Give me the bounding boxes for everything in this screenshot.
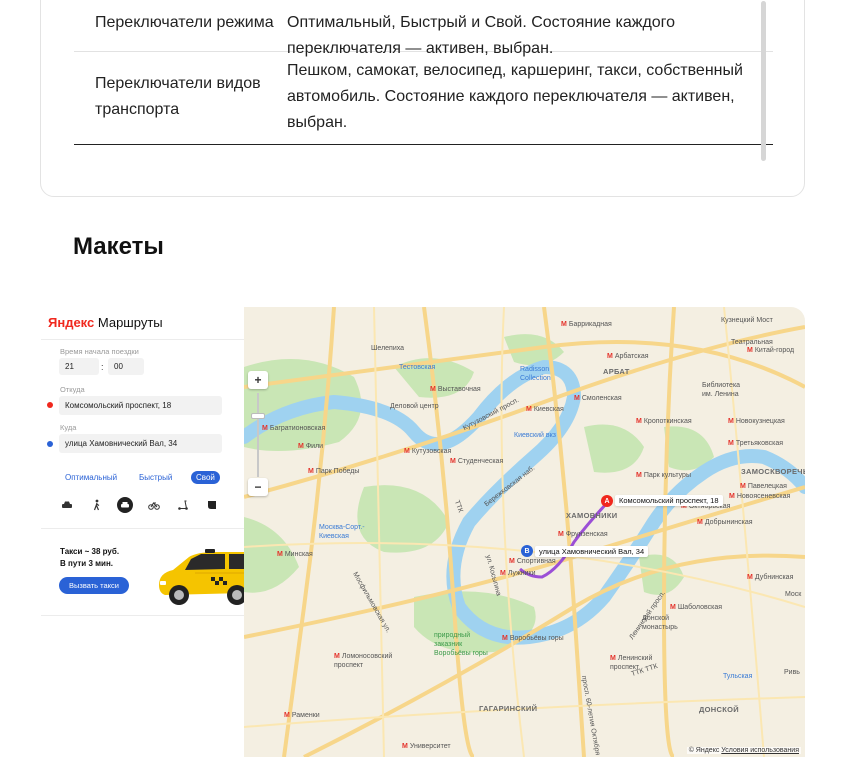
map-label: Кузнецкий Мост bbox=[721, 317, 773, 324]
map-label: Москва-Сорт.-Киевская bbox=[319, 524, 365, 540]
routes-app-panel: Яндекс Маршруты Время начала поездки 21 … bbox=[41, 307, 247, 617]
map-attribution: © Яндекс Условия использования bbox=[686, 747, 801, 754]
map-label: Фрунзенская bbox=[558, 531, 608, 538]
map-label: Деловой центр bbox=[390, 403, 439, 410]
taxi-icon[interactable] bbox=[117, 497, 133, 513]
map-label: Смоленская bbox=[574, 395, 622, 402]
map-label: Выставочная bbox=[430, 386, 481, 393]
map-label: Кропоткинская bbox=[636, 418, 692, 425]
map-label: Тестовская bbox=[399, 364, 436, 371]
bicycle-icon[interactable] bbox=[147, 498, 161, 512]
to-label: Куда bbox=[60, 423, 77, 432]
map-label: Раменки bbox=[284, 712, 320, 719]
zoom-control: + − bbox=[248, 371, 268, 499]
from-input[interactable]: Комсомольский проспект, 18 bbox=[59, 396, 222, 415]
map-label: Баррикадная bbox=[561, 321, 612, 328]
map-label: Минская bbox=[277, 551, 313, 558]
map-label: АРБАТ bbox=[603, 367, 630, 376]
map-label: Фили bbox=[298, 443, 323, 450]
map-label: природный заказник Воробьёвы горы bbox=[434, 632, 488, 657]
map-label: Парк Победы bbox=[308, 468, 360, 475]
table-row: Переключатели режима Оптимальный, Быстры… bbox=[74, 1, 773, 57]
terms-link[interactable]: Условия использования bbox=[721, 747, 799, 754]
from-label: Откуда bbox=[60, 385, 85, 394]
table-row: Переключатели видов транспорта Пешком, с… bbox=[74, 52, 773, 145]
map-label: Шелепиха bbox=[371, 345, 405, 352]
divider bbox=[41, 339, 245, 340]
point-a-label: Комсомольский проспект, 18 bbox=[615, 495, 723, 506]
pedestrian-icon[interactable] bbox=[90, 498, 104, 512]
map-label: Новоясеневская bbox=[729, 493, 790, 500]
map-label: Моск bbox=[785, 591, 802, 598]
map-label: Театральная bbox=[731, 339, 773, 346]
map-label: Лужники bbox=[500, 570, 536, 577]
map-label: ХАМОВНИКИ bbox=[566, 511, 618, 520]
app-logo: Яндекс Маршруты bbox=[48, 315, 163, 330]
properties-table: Переключатели режима Оптимальный, Быстры… bbox=[74, 1, 773, 145]
table-card: Переключатели режима Оптимальный, Быстры… bbox=[40, 0, 805, 197]
map-label: ГАГАРИНСКИЙ bbox=[479, 704, 538, 713]
minutes-input[interactable]: 00 bbox=[108, 358, 144, 375]
route-map[interactable]: Баррикадная Шелепиха Тестовская Выставоч… bbox=[244, 307, 805, 757]
zoom-slider[interactable] bbox=[251, 413, 265, 419]
map-label: Павелецкая bbox=[740, 483, 787, 490]
map-label: Дубнинская bbox=[747, 574, 794, 581]
to-input[interactable]: улица Хамовнический Вал, 34 bbox=[59, 434, 222, 453]
hours-input[interactable]: 21 bbox=[59, 358, 99, 375]
taxi-time: В пути 3 мин. bbox=[60, 559, 113, 568]
map-label: Ломоносовский проспект bbox=[334, 652, 394, 670]
divider bbox=[41, 528, 245, 529]
map-label: Багратионовская bbox=[262, 425, 325, 432]
taxi-summary: Такси ~ 38 руб. В пути 3 мин. bbox=[60, 546, 119, 570]
logo-brand: Яндекс bbox=[48, 315, 95, 330]
map-label: Арбатская bbox=[607, 353, 649, 360]
to-dot bbox=[47, 441, 53, 447]
map-label: Кутузовская bbox=[404, 448, 451, 455]
table-cell-element: Переключатели режима bbox=[95, 14, 274, 31]
map-label: Новокузнецкая bbox=[728, 418, 785, 425]
divider bbox=[41, 615, 245, 616]
map-label: Библиотека им. Ленина bbox=[702, 382, 741, 398]
map-label: ДОНСКОЙ bbox=[699, 705, 739, 714]
table-scrollbar[interactable] bbox=[761, 1, 766, 161]
start-time-label: Время начала поездки bbox=[60, 347, 139, 356]
zoom-in-button[interactable]: + bbox=[248, 371, 268, 389]
map-label: Тульская bbox=[723, 673, 753, 680]
mode-optimal[interactable]: Оптимальный bbox=[65, 473, 117, 482]
zoom-track[interactable] bbox=[257, 393, 259, 477]
table-cell-description: Пешком, самокат, велосипед, каршеринг, т… bbox=[287, 62, 743, 131]
map-label: Шаболовская bbox=[670, 604, 722, 611]
zoom-out-button[interactable]: − bbox=[248, 478, 268, 496]
map-label: Китай-город bbox=[747, 347, 794, 354]
time-separator: : bbox=[101, 362, 104, 372]
map-label: Radisson Collection bbox=[520, 366, 551, 382]
yandex-copyright: © Яндекс bbox=[688, 747, 720, 754]
map-label: Добрынинская bbox=[697, 519, 753, 526]
map-label: Университет bbox=[402, 743, 451, 750]
point-b-label: улица Хамовнический Вал, 34 bbox=[535, 546, 649, 557]
map-label: Ривь bbox=[784, 669, 800, 676]
map-label: Воробьёвы горы bbox=[502, 635, 564, 642]
map-label: Парк культуры bbox=[636, 472, 691, 479]
point-b-marker[interactable]: B bbox=[521, 545, 533, 557]
map-label: ЗАМОСКВОРЕЧЬ bbox=[741, 467, 805, 476]
taxi-price: Такси ~ 38 руб. bbox=[60, 547, 120, 556]
from-dot bbox=[47, 402, 53, 408]
logo-product: Маршруты bbox=[97, 315, 163, 330]
mode-custom[interactable]: Свой bbox=[191, 471, 220, 484]
mode-fast[interactable]: Быстрый bbox=[139, 473, 172, 482]
map-label: Третьяковская bbox=[728, 440, 783, 447]
carsharing-icon[interactable] bbox=[205, 498, 219, 512]
point-a-marker[interactable]: A bbox=[601, 495, 613, 507]
car-icon[interactable] bbox=[60, 498, 74, 512]
call-taxi-button[interactable]: Вызвать такси bbox=[59, 577, 129, 594]
map-label: Киевский вкз bbox=[514, 432, 556, 439]
section-title: Макеты bbox=[73, 233, 164, 260]
map-label: Студенческая bbox=[450, 458, 503, 465]
table-cell-element: Переключатели видов транспорта bbox=[95, 75, 261, 118]
taxi-car-illustration bbox=[155, 543, 255, 612]
scooter-icon[interactable] bbox=[176, 498, 190, 512]
map-label: Киевская bbox=[526, 406, 564, 413]
map-label: Спортивная bbox=[509, 558, 556, 565]
